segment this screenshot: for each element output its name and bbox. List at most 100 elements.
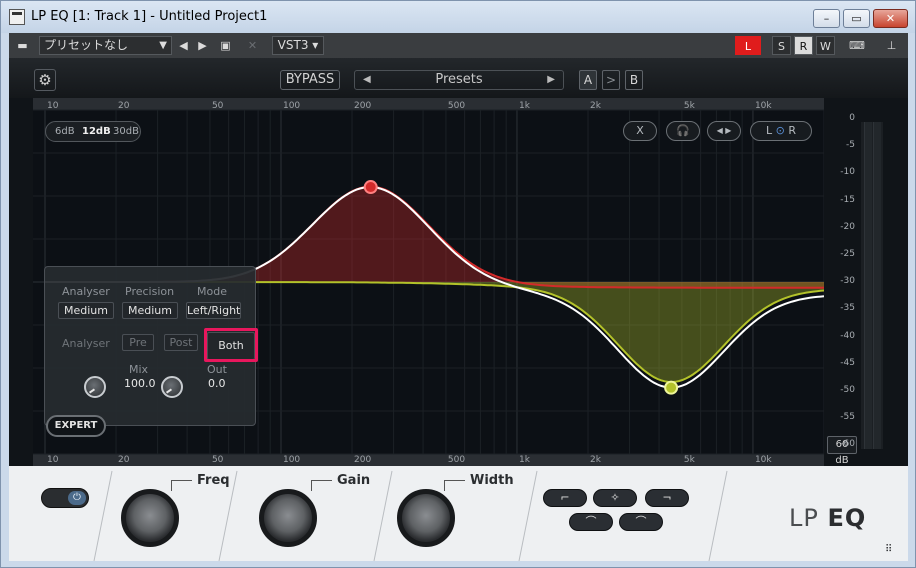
copy-setting-button[interactable]: > (602, 70, 620, 90)
pre-button[interactable]: Pre (122, 334, 154, 351)
range-6db-option[interactable]: 6dB (55, 126, 75, 137)
window-menu-icon[interactable]: ▬ (13, 36, 32, 55)
low-cut-icon[interactable]: ⌒ (569, 513, 613, 531)
band-power-toggle[interactable]: ⏻ (41, 488, 89, 508)
close-button[interactable]: ✕ (873, 9, 908, 28)
channel-l-label: L (765, 124, 773, 137)
read-automation-label: R (799, 40, 808, 53)
gain-label: Gain (310, 473, 371, 491)
minimize-icon: – (823, 12, 830, 25)
freq-tick-label-top: 10 (47, 101, 59, 111)
plugin-format-dropdown[interactable]: VST3 ▾ (272, 36, 324, 55)
meter-tick-label: -50 (840, 385, 855, 395)
read-automation-button[interactable]: R (794, 36, 813, 55)
bypass-button[interactable]: BYPASS (280, 70, 340, 90)
width-label: Width (444, 473, 514, 491)
mode-select[interactable]: Left/Right (186, 302, 241, 319)
out-knob[interactable] (161, 376, 183, 398)
meter-right-channel (873, 122, 881, 449)
brand-logo: LP EQ (789, 504, 866, 532)
presets-label: Presets (435, 72, 483, 87)
b-setting-button[interactable]: B (625, 70, 643, 90)
mode-header: Mode (197, 285, 227, 298)
write-automation-button[interactable]: W (816, 36, 835, 55)
host-toolbar: ▬ プリセットなし ▼ ◀ ▶ ▣ ✕ VST3 ▾ L S R W ⌨ ⊥ (9, 33, 908, 58)
next-preset-icon[interactable]: ▶ (193, 36, 212, 55)
meter-tick-label: -55 (840, 412, 855, 423)
window-title: LP EQ [1: Track 1] - Untitled Project1 (31, 9, 268, 24)
low-shelf-icon[interactable]: ⌐ (543, 489, 587, 507)
range-30db-option[interactable]: 30dB (113, 126, 139, 137)
freq-tick-label-bottom: 50 (212, 455, 224, 465)
headphones-icon[interactable]: 🎧 (666, 121, 700, 141)
range-12db-option[interactable]: 12dB (82, 126, 111, 137)
pin-icon[interactable]: ⊥ (882, 36, 901, 55)
previous-preset-icon[interactable]: ◀ (174, 36, 193, 55)
save-icon[interactable]: ▣ (216, 36, 235, 55)
maximize-button[interactable]: ▭ (843, 9, 870, 28)
resize-grip-icon[interactable]: ⠿ (885, 544, 897, 556)
width-knob[interactable] (397, 489, 455, 547)
freq-tick-label-bottom: 20 (118, 455, 130, 465)
freq-tick-label-top: 200 (354, 101, 371, 111)
post-button[interactable]: Post (164, 334, 198, 351)
range-selector[interactable]: 6dB 12dB 30dB (45, 121, 141, 142)
band-2-handle[interactable] (664, 380, 679, 395)
precision-select[interactable]: Medium (122, 302, 178, 319)
preset-dropdown-label: プリセットなし (44, 38, 129, 52)
high-shelf-icon[interactable]: ¬ (645, 489, 689, 507)
peak-filter-icon[interactable]: ✧ (593, 489, 637, 507)
freq-tick-label-top: 50 (212, 101, 224, 111)
a-setting-button[interactable]: A (579, 70, 597, 90)
keyboard-icon[interactable]: ⌨ (843, 36, 871, 55)
out-label: Out (207, 363, 227, 376)
title-bar[interactable]: LP EQ [1: Track 1] - Untitled Project1 –… (1, 1, 915, 33)
stereo-link-button[interactable]: L ⊙ R (750, 121, 812, 141)
freq-knob[interactable] (121, 489, 179, 547)
freq-tick-label-top: 1k (519, 101, 531, 111)
meter-tick-label: 0 (849, 113, 855, 123)
band-1-handle[interactable] (363, 180, 378, 195)
analyser-speed-select[interactable]: Medium (58, 302, 114, 319)
state-s-button[interactable]: S (772, 36, 791, 55)
preset-dropdown[interactable]: プリセットなし ▼ (39, 36, 172, 55)
maximize-icon: ▭ (851, 12, 862, 25)
presets-selector[interactable]: ◀ Presets ▶ (354, 70, 564, 90)
mix-knob[interactable] (84, 376, 106, 398)
plugin-window: LP EQ [1: Track 1] - Untitled Project1 –… (0, 0, 916, 568)
gain-knob[interactable] (259, 489, 317, 547)
freq-tick-label-bottom: 2k (590, 455, 602, 465)
close-icon: ✕ (885, 12, 896, 25)
gear-icon[interactable]: ⚙ (34, 69, 56, 91)
preset-next-icon[interactable]: ▶ (547, 71, 555, 89)
preset-prev-icon[interactable]: ◀ (363, 71, 371, 89)
meter-tick-label: -10 (840, 167, 855, 178)
expert-button[interactable]: EXPERT (46, 415, 106, 437)
channel-r-label: R (788, 124, 796, 137)
freq-scale-bottom (33, 454, 824, 466)
reset-button[interactable]: X (623, 121, 657, 141)
minimize-button[interactable]: – (813, 9, 840, 28)
freq-tick-label-top: 2k (590, 101, 602, 111)
precision-header: Precision (125, 285, 175, 298)
out-value: 0.0 (208, 377, 226, 390)
meter-tick-label: -25 (840, 249, 855, 259)
meter-tick-label: -30 (840, 276, 855, 287)
highlight-box (204, 328, 258, 362)
brand-lp: LP (789, 504, 819, 532)
delete-icon[interactable]: ✕ (243, 36, 262, 55)
freq-label: Freq (171, 473, 230, 491)
meter-tick-label: -60 (840, 439, 855, 450)
mix-value: 100.0 (124, 377, 156, 390)
sidechain-toggle[interactable]: L (735, 36, 761, 55)
freq-tick-label-bottom: 10k (755, 455, 772, 465)
freq-tick-label-bottom: 5k (684, 455, 696, 465)
band-nav-button[interactable]: ◀ ▶ (707, 121, 741, 141)
freq-tick-label-bottom: 10 (47, 455, 59, 465)
high-cut-icon[interactable]: ⌒ (619, 513, 663, 531)
freq-tick-label-bottom: 200 (354, 455, 371, 465)
power-icon: ⏻ (68, 491, 86, 505)
freq-tick-label-bottom: 1k (519, 455, 531, 465)
app-icon (9, 9, 25, 25)
write-automation-label: W (820, 40, 831, 53)
